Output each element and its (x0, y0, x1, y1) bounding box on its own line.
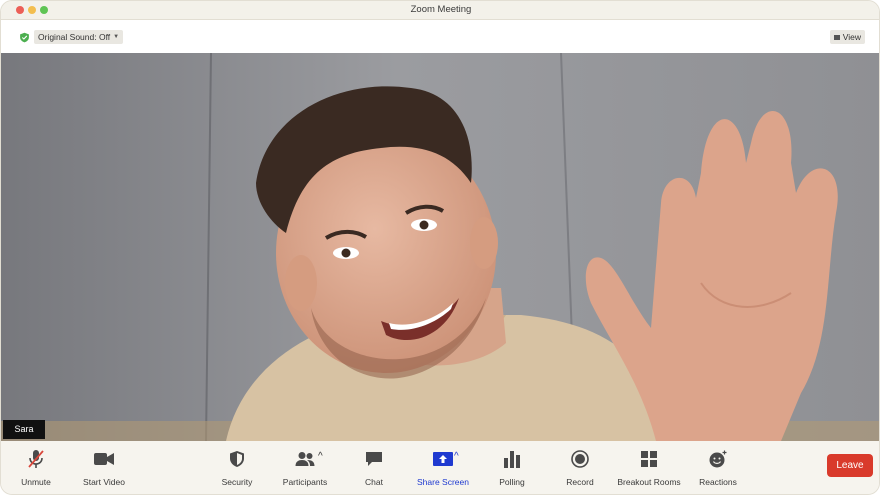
reactions-smile-icon (709, 450, 727, 468)
security-label: Security (221, 477, 253, 487)
start-video-label: Start Video (83, 477, 125, 487)
participants-button[interactable]: Participants (270, 449, 340, 487)
polling-label: Polling (499, 477, 525, 487)
share-screen-button[interactable]: Share Screen (408, 449, 478, 487)
unmute-label: Unmute (21, 477, 51, 487)
zoom-window: Zoom Meeting Original Sound: Off ▼ View (0, 0, 880, 495)
breakout-rooms-label: Breakout Rooms (617, 477, 681, 487)
meeting-controls: Unmute Start Video Security Participants… (1, 441, 879, 494)
chevron-up-icon[interactable]: ^ (318, 451, 323, 462)
shield-check-icon[interactable] (19, 32, 30, 43)
chevron-down-icon: ▼ (113, 34, 120, 40)
chat-bubble-icon (366, 451, 382, 466)
polling-bars-icon (504, 451, 520, 468)
participant-video-image (1, 53, 879, 441)
original-sound-label: Original Sound: Off (38, 32, 111, 42)
breakout-rooms-icon (641, 451, 657, 467)
polling-button[interactable]: Polling (477, 449, 547, 487)
window-title: Zoom Meeting (410, 4, 472, 15)
record-icon (571, 450, 589, 468)
unmute-button[interactable]: Unmute (1, 449, 71, 487)
chevron-up-icon[interactable]: ^ (454, 451, 459, 462)
record-label: Record (566, 477, 594, 487)
original-sound-button[interactable]: Original Sound: Off ▼ (34, 30, 124, 44)
view-icon (833, 34, 840, 40)
record-button[interactable]: Record (545, 449, 615, 487)
microphone-muted-icon (28, 450, 44, 468)
participants-label: Participants (282, 477, 328, 487)
security-shield-icon (230, 451, 244, 467)
participants-icon (295, 452, 315, 466)
view-button[interactable]: View (829, 30, 865, 44)
chat-label: Chat (365, 477, 383, 487)
top-toolbar: Original Sound: Off ▼ View (1, 20, 879, 53)
participant-name-tag: Sara (3, 420, 45, 439)
chat-button[interactable]: Chat (339, 449, 409, 487)
leave-button[interactable]: Leave (827, 454, 873, 477)
reactions-label: Reactions (699, 477, 737, 487)
start-video-button[interactable]: Start Video (69, 449, 139, 487)
title-bar: Zoom Meeting (1, 1, 879, 20)
video-camera-icon (94, 453, 114, 465)
video-feed: Sara (1, 53, 879, 441)
view-label: View (842, 32, 861, 42)
share-screen-label: Share Screen (417, 477, 469, 487)
share-screen-icon (433, 452, 453, 466)
breakout-rooms-button[interactable]: Breakout Rooms (614, 449, 684, 487)
security-button[interactable]: Security (202, 449, 272, 487)
reactions-button[interactable]: Reactions (683, 449, 753, 487)
